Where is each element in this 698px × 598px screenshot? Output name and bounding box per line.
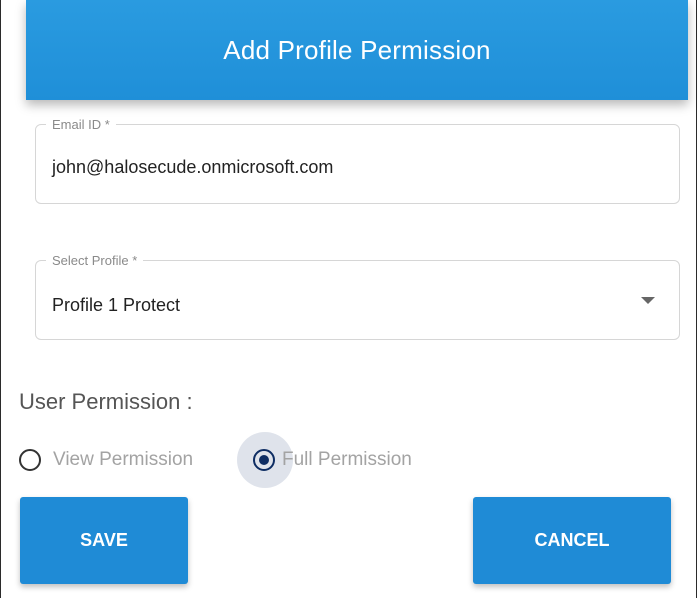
dialog-title: Add Profile Permission	[223, 34, 491, 65]
radio-view-permission[interactable]: View Permission	[19, 428, 193, 492]
dialog-frame: Add Profile Permission Email ID * john@h…	[0, 0, 697, 598]
profile-select[interactable]: Select Profile * Profile 1 Protect	[35, 253, 680, 340]
radio-full-permission-label[interactable]: Full Permission	[282, 449, 412, 471]
radio-dot-icon	[259, 455, 269, 465]
user-permission-label: User Permission :	[19, 389, 193, 414]
radio-checked-icon[interactable]	[253, 449, 275, 471]
profile-select-value[interactable]: Profile 1 Protect	[52, 295, 180, 316]
dialog-header: Add Profile Permission	[26, 0, 688, 100]
email-field-label: Email ID *	[46, 117, 116, 133]
profile-select-label: Select Profile *	[46, 253, 144, 269]
radio-unchecked-icon[interactable]	[19, 449, 41, 471]
save-button[interactable]: SAVE	[20, 497, 188, 584]
cancel-button[interactable]: CANCEL	[473, 497, 671, 584]
permission-radio-group: View Permission Full Permission	[19, 428, 499, 492]
email-field[interactable]: Email ID * john@halosecude.onmicrosoft.c…	[35, 117, 680, 204]
chevron-down-icon[interactable]	[641, 297, 655, 304]
radio-view-permission-label[interactable]: View Permission	[53, 449, 193, 471]
email-field-value[interactable]: john@halosecude.onmicrosoft.com	[52, 157, 333, 178]
radio-full-permission[interactable]: Full Permission	[237, 428, 412, 492]
